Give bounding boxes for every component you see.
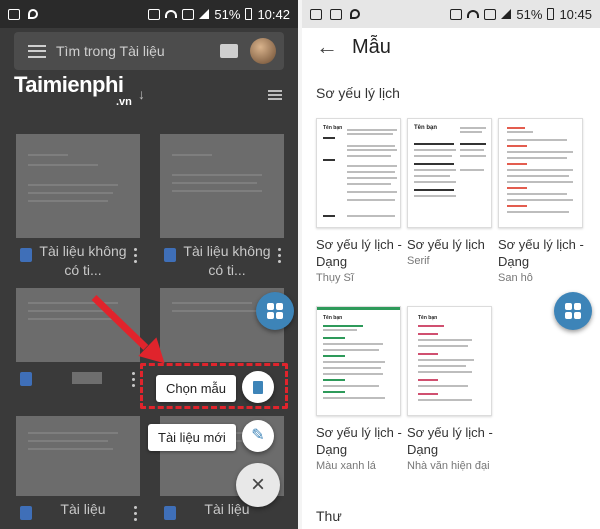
avatar[interactable] [250,38,276,64]
doc-icon [164,248,176,262]
grid-icon [267,303,283,319]
status-bar: 51% 10:45 [302,0,600,28]
folder-icon[interactable] [220,44,238,58]
watermark-logo: Taimienphi [14,72,124,97]
signal-icon [501,9,512,19]
template-thumbnail: Tên bạn [407,306,492,416]
new-document-label[interactable]: Tài liệu mới [148,424,236,451]
blurred-title [72,372,102,384]
search-bar[interactable]: Tìm trong Tài liệu [14,32,284,70]
battery-icon [547,8,555,20]
doc-title: Tài liệu không có ti... [183,243,271,278]
template-thumbnail: Tên bạn [316,306,401,416]
clock: 10:42 [257,6,290,22]
template-gallery-screen: 51% 10:45 ← Mẫu Sơ yếu lý lịch Tên bạn S… [302,0,600,529]
template-thumbnail [498,118,583,228]
battery-percent: 51% [214,6,241,22]
template-style: Thụy Sĩ [316,272,354,284]
mute-icon [450,8,463,20]
section-resume: Sơ yếu lý lịch [316,85,400,101]
battery-percent: 51% [516,6,543,22]
template-thumbnail: Tên bạn [316,118,401,228]
highlight-box [140,363,288,409]
template-name: Sơ yếu lý lịch - Dạng [498,237,584,269]
doc-card-footer[interactable]: Tài liệu không có ti... [20,242,138,280]
more-options-icon[interactable] [132,372,136,387]
templates-fab[interactable] [554,292,592,330]
template-style: Màu xanh lá [316,460,376,472]
doc-icon [20,506,32,520]
drive-icon [330,8,342,20]
search-placeholder: Tìm trong Tài liệu [56,43,165,59]
grid-icon [565,303,581,319]
templates-fab[interactable] [256,292,294,330]
pencil-icon: ✎ [251,427,265,444]
wifi-icon [165,10,178,18]
notification-icon [310,8,322,20]
clock: 10:45 [559,6,592,22]
doc-card[interactable] [160,134,284,238]
thumb-heading: Tên bạn [418,315,438,321]
battery-icon [245,8,253,20]
wrench-icon [28,9,38,19]
doc-card[interactable] [16,416,140,496]
template-style: Nhà văn hiện đại [407,460,490,472]
signal-icon [199,9,210,19]
thumb-heading: Tên bạn [323,125,343,131]
page-title: Mẫu [352,35,391,58]
status-bar: 51% 10:42 [0,0,298,28]
template-thumbnail: Tên bạn [407,118,492,228]
docs-home-screen: 51% 10:42 Tìm trong Tài liệu Taimienphi … [0,0,298,529]
template-name: Sơ yếu lý lịch - Dạng [316,237,402,269]
nfc-icon [484,8,497,20]
template-name: Sơ yếu lý lịch - Dạng [316,425,402,457]
doc-card-footer[interactable] [20,366,136,387]
more-options-icon[interactable] [134,506,138,521]
doc-title: Tài liệu [60,501,106,517]
doc-icon [20,248,32,262]
menu-icon[interactable] [28,44,46,58]
wrench-icon [350,9,360,19]
list-view-icon[interactable] [268,90,282,100]
doc-card-footer[interactable]: Tài liệu [20,500,138,521]
doc-icon [20,372,32,386]
doc-card[interactable] [16,134,140,238]
new-document-button[interactable]: ✎ [242,420,274,452]
wifi-icon [467,10,480,18]
template-style: Serif [407,255,430,267]
doc-card-footer[interactable]: Tài liệu không có ti... [164,242,282,280]
doc-title: Tài liệu không có ti... [39,243,127,278]
doc-icon [164,506,176,520]
back-arrow-icon[interactable]: ← [316,34,338,60]
sort-arrow-icon[interactable]: ↓ [138,86,145,102]
section-letters: Thư [316,508,342,524]
template-name: Sơ yếu lý lịch - Dạng [407,425,493,457]
close-fab[interactable]: × [236,463,280,507]
app-bar: ← Mẫu [302,28,600,66]
nfc-icon [182,8,195,20]
watermark-logo-suffix: .vn [116,96,132,108]
more-options-icon[interactable] [134,248,138,263]
thumb-heading: Tên bạn [323,315,343,321]
template-name: Sơ yếu lý lịch [407,237,485,252]
more-options-icon[interactable] [278,248,282,263]
thumb-heading: Tên bạn [414,125,438,131]
mute-icon [148,8,161,20]
close-icon: × [250,471,265,498]
template-style: San hô [498,272,533,284]
notification-icon [8,8,20,20]
